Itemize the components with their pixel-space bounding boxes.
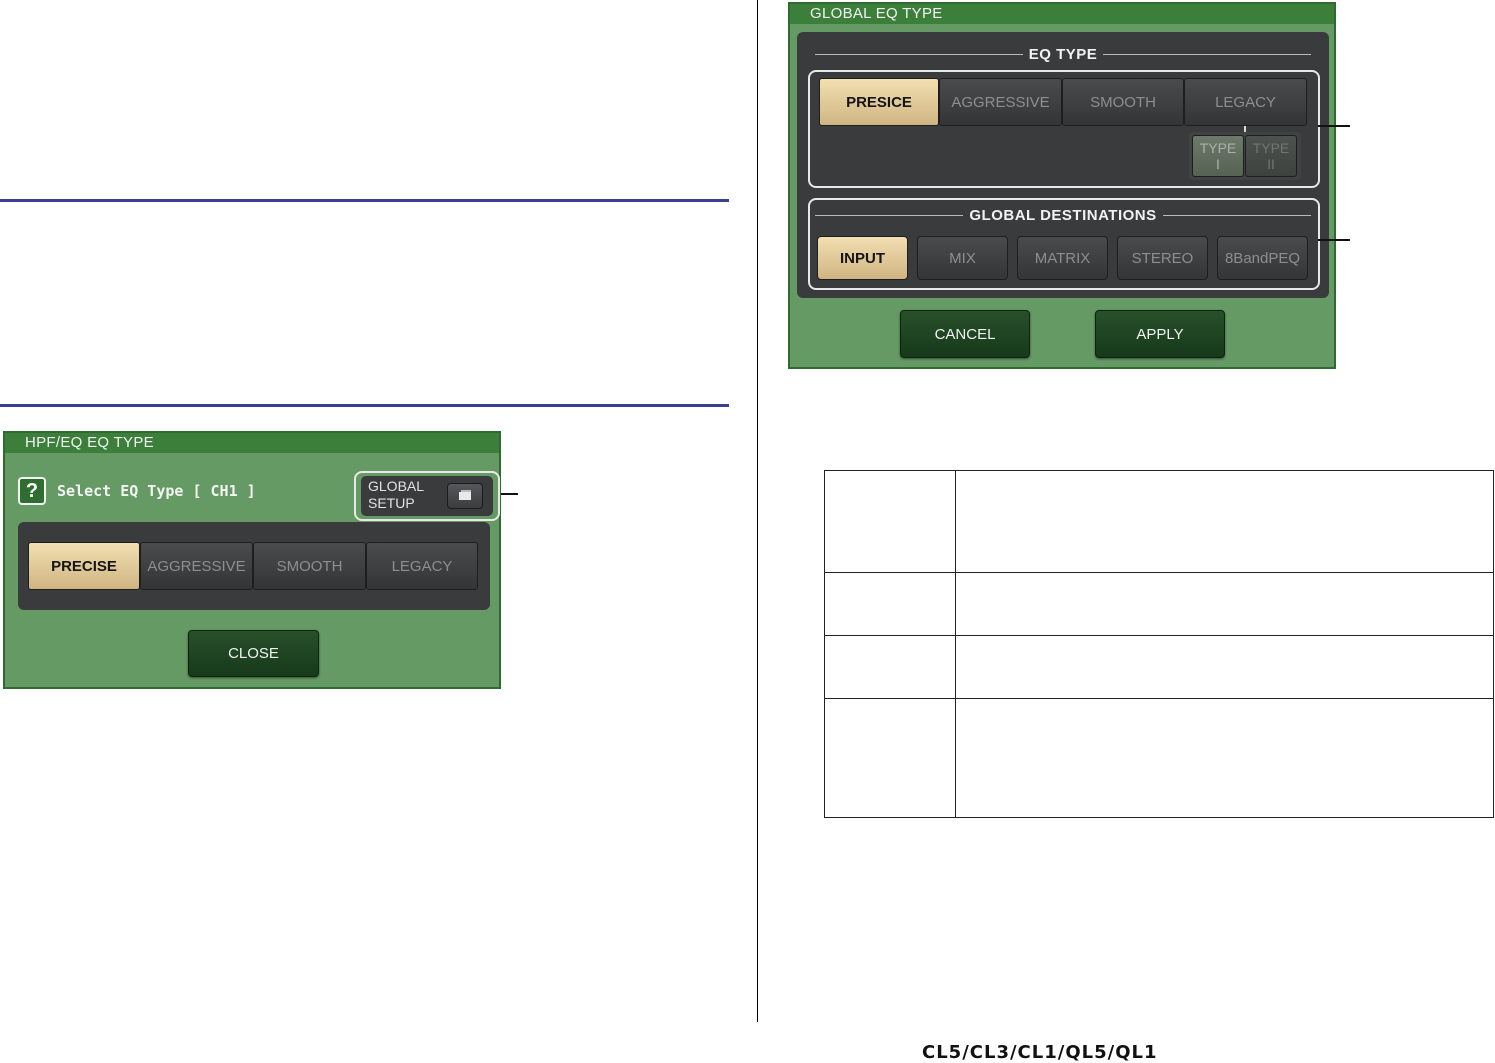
table-cell — [824, 572, 956, 636]
dialog-title: HPF/EQ EQ TYPE — [5, 433, 499, 453]
destination-8bandpeq-button[interactable]: 8BandPEQ — [1217, 236, 1308, 280]
destination-mix-button[interactable]: MIX — [917, 236, 1008, 280]
close-button[interactable]: CLOSE — [188, 630, 319, 677]
eq-type-callout-line — [1318, 125, 1350, 127]
legacy-type-1-line-2: I — [1216, 156, 1220, 172]
table-cell — [824, 635, 956, 699]
eq-type-precise-button[interactable]: PRECISE — [28, 542, 140, 590]
eq-type-heading: EQ TYPE — [815, 44, 1311, 64]
eq-type-aggressive-button[interactable]: AGGRESSIVE — [939, 78, 1062, 126]
legacy-type-2-line-2: II — [1267, 156, 1275, 172]
table-row — [824, 635, 1494, 699]
cancel-button[interactable]: CANCEL — [900, 310, 1030, 358]
eq-type-legacy-button[interactable]: LEGACY — [366, 542, 478, 590]
eq-type-presice-button[interactable]: PRESICE — [819, 78, 939, 126]
table-cell — [955, 698, 1494, 818]
hpf-eq-type-dialog: HPF/EQ EQ TYPE ? Select EQ Type [ CH1 ] … — [3, 431, 501, 689]
eq-type-prompt: Select EQ Type [ CH1 ] — [57, 482, 256, 500]
eq-type-smooth-button[interactable]: SMOOTH — [253, 542, 366, 590]
destinations-callout-line — [1318, 239, 1350, 241]
parameter-table — [824, 470, 1494, 818]
dialog-title: GLOBAL EQ TYPE — [790, 4, 1334, 24]
eq-type-legacy-button[interactable]: LEGACY — [1184, 78, 1307, 126]
global-setup-callout-line — [501, 493, 518, 495]
table-row — [824, 572, 1494, 636]
table-cell — [824, 698, 956, 818]
help-icon[interactable]: ? — [18, 477, 46, 505]
global-eq-type-dialog: GLOBAL EQ TYPE EQ TYPE PRESICE AGGRESSIV… — [788, 2, 1336, 369]
table-cell — [955, 635, 1494, 699]
destination-input-button[interactable]: INPUT — [817, 236, 908, 280]
global-setup-label-line-1: GLOBAL — [368, 478, 425, 494]
section-rule-1 — [0, 199, 729, 202]
destination-matrix-button[interactable]: MATRIX — [1017, 236, 1108, 280]
legacy-type-1-line-1: TYPE — [1199, 140, 1237, 156]
eq-type-panel: PRECISE AGGRESSIVE SMOOTH LEGACY — [18, 522, 490, 610]
table-cell — [824, 470, 956, 573]
table-cell — [955, 470, 1494, 573]
eq-type-smooth-button[interactable]: SMOOTH — [1062, 78, 1184, 126]
destination-stereo-button[interactable]: STEREO — [1117, 236, 1208, 280]
apply-button[interactable]: APPLY — [1095, 310, 1225, 358]
eq-type-aggressive-button[interactable]: AGGRESSIVE — [140, 542, 253, 590]
table-row — [824, 470, 1494, 573]
column-divider — [757, 0, 758, 1022]
table-cell — [955, 572, 1494, 636]
global-setup-label-line-2: SETUP — [368, 495, 415, 511]
legacy-type-1-button[interactable]: TYPE I — [1192, 135, 1244, 177]
global-setup-button[interactable]: GLOBAL SETUP — [361, 476, 493, 516]
section-rule-2 — [0, 404, 729, 407]
legacy-type-2-button[interactable]: TYPE II — [1245, 135, 1297, 177]
model-names-logo: CL5/CL3/CL1/QL5/QL1 — [922, 1042, 1158, 1063]
table-row — [824, 698, 1494, 818]
help-glyph: ? — [25, 479, 39, 502]
window-icon — [447, 483, 483, 509]
legacy-type-2-line-1: TYPE — [1252, 140, 1290, 156]
